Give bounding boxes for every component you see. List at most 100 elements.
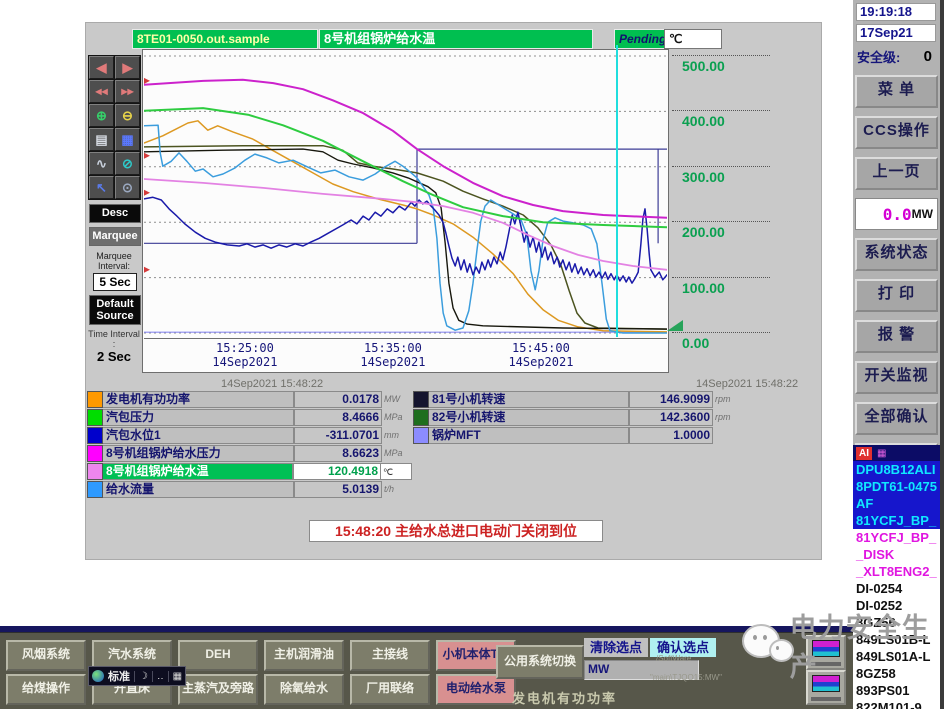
sidebar-button-alarm[interactable]: 报 警 xyxy=(855,320,938,353)
ime-mode-label[interactable]: 标准 xyxy=(108,668,130,684)
trend-chart[interactable]: 15:25:00 14Sep2021 15:35:00 14Sep2021 15:45:… xyxy=(142,49,669,373)
data-grid-icon[interactable]: ▦ xyxy=(115,128,140,151)
alarm-list-item[interactable]: _XLT8ENG2_ xyxy=(853,563,940,580)
ime-keyboard-icon[interactable]: ▦ xyxy=(167,670,182,682)
alarm-list-item[interactable]: _DISK xyxy=(853,546,940,563)
probe-cursor-icon[interactable]: ⊙ xyxy=(115,176,140,199)
trend-plot[interactable] xyxy=(144,51,667,338)
legend-row[interactable]: 发电机有功功率 0.0178 MW xyxy=(87,391,412,408)
fast-back-icon[interactable]: ◀◀ xyxy=(89,80,114,103)
alarm-list-item[interactable]: AF xyxy=(853,495,940,512)
tag-id-box[interactable]: 8TE01-0050.out.sample xyxy=(132,29,318,49)
sidebar-button-print[interactable]: 打 印 xyxy=(855,279,938,312)
zoom-in-icon[interactable]: ⊕ xyxy=(89,104,114,127)
alarm-list-item[interactable]: 849LS01A-L xyxy=(853,648,940,665)
y-axis-gutter: 500.00 400.00 300.00 200.00 100.00 0.00 xyxy=(672,50,777,380)
security-level-label: 安全级: xyxy=(857,50,901,65)
disable-icon[interactable]: ⊘ xyxy=(115,152,140,175)
clear-selection-button[interactable]: 清除选点 xyxy=(584,638,648,657)
time-interval-value[interactable]: 2 Sec xyxy=(86,349,142,364)
nav-turbine-lube-oil[interactable]: 主机润滑油 xyxy=(264,640,344,671)
sidebar-button-system-status[interactable]: 系统状态 xyxy=(855,238,938,271)
nav-coal-feed-operation[interactable]: 给煤操作 xyxy=(6,674,86,705)
y-tick-label: 300.00 xyxy=(682,168,725,185)
legend-row[interactable]: 81号小机转速 146.9099 rpm xyxy=(413,391,739,408)
alarm-list-item[interactable]: 822M101-9 xyxy=(853,699,940,709)
marquee-button[interactable]: Marquee xyxy=(89,227,141,246)
legend-row[interactable]: 82号小机转速 142.3600 rpm xyxy=(413,409,739,426)
trend-curves-icon[interactable]: ∿ xyxy=(89,152,114,175)
series-82号小机转速 xyxy=(144,144,667,330)
power-display: 0.0 MW xyxy=(855,198,938,230)
y-tick-label: 500.00 xyxy=(682,58,725,74)
nav-common-system-switch[interactable]: 公用系统切换 xyxy=(496,645,584,679)
tag-description-box[interactable]: 8号机组锅炉给水温 xyxy=(319,29,593,49)
zoom-out-icon[interactable]: ⊖ xyxy=(115,104,140,127)
alarm-list-item[interactable]: DI-0254 xyxy=(853,580,940,597)
ime-brand-icon[interactable] xyxy=(92,670,104,682)
sidebar-button-previous-page[interactable]: 上一页 xyxy=(855,157,938,190)
trend-toolbar: ◀ ▶ ◀◀ ▶▶ ⊕ ⊖ ▤ ▦ ∿ ⊘ ↖ ⊙ Desc Marquee Marquee Inte… xyxy=(88,55,142,325)
alarm-list-item[interactable]: 8GZ56 xyxy=(853,614,940,631)
legend-row[interactable]: 汽包压力 8.4666 MPa xyxy=(87,409,412,426)
time-interval-label: Time Interval : xyxy=(88,329,140,349)
alarm-list-item[interactable]: 81YCFJ_BP_ xyxy=(853,512,940,529)
desc-button[interactable]: Desc xyxy=(89,204,141,223)
pen-label: 81号小机转速 xyxy=(429,391,629,408)
alarm-list-item[interactable]: 8PDT61-0475 xyxy=(853,478,940,495)
alarm-grid-icon: ▦ xyxy=(877,447,887,459)
alarm-list-item[interactable]: 849LS01B-L xyxy=(853,631,940,648)
pen-unit: MPa xyxy=(384,448,403,458)
ime-punct-icon[interactable]: ‥ xyxy=(151,670,164,682)
sidebar-button-menu[interactable]: 菜 单 xyxy=(855,75,938,108)
pen-color-swatch xyxy=(87,481,103,498)
sidebar-button-acknowledge-all[interactable]: 全部确认 xyxy=(855,402,938,435)
pen-marker-icon xyxy=(144,77,150,84)
nav-plant-interconnection[interactable]: 厂用联络 xyxy=(350,674,430,705)
alarm-list-item[interactable]: 8GZ58 xyxy=(853,665,940,682)
pen-unit: rpm xyxy=(715,394,731,404)
fast-forward-icon[interactable]: ▶▶ xyxy=(115,80,140,103)
marquee-interval-value[interactable]: 5 Sec xyxy=(93,273,137,291)
chart-cursor[interactable] xyxy=(616,45,618,337)
alarm-list-item[interactable]: DPU8B12ALI xyxy=(853,461,940,478)
sidebar-button-ccs-operation[interactable]: CCS操作 xyxy=(855,116,938,149)
pen-color-swatch xyxy=(413,427,429,444)
alarm-list-item[interactable]: DI-0252 xyxy=(853,597,940,614)
pen-color-swatch xyxy=(413,409,429,426)
nav-deaerator-feedwater[interactable]: 除氧给水 xyxy=(264,674,344,705)
date: 17Sep21 xyxy=(856,24,936,42)
pen-label: 汽包水位1 xyxy=(103,427,294,444)
display-panel-icon[interactable]: ▤ xyxy=(89,128,114,151)
power-value: 0.0 xyxy=(882,204,912,224)
y-tick-label: 100.00 xyxy=(682,279,725,296)
nav-main-steam-bypass[interactable]: 主蒸汽及旁路 xyxy=(178,674,258,705)
nav-deh[interactable]: DEH xyxy=(178,640,258,671)
workstation-icon[interactable] xyxy=(806,635,846,670)
sidebar-button-acknowledge-row[interactable]: 确认一行 xyxy=(855,443,938,445)
legend-row[interactable]: 锅炉MFT 1.0000 xyxy=(413,427,739,444)
workstation-icon[interactable] xyxy=(806,670,846,705)
nav-fan-flue-system[interactable]: 风烟系统 xyxy=(6,640,86,671)
step-forward-icon[interactable]: ▶ xyxy=(115,56,140,79)
alarm-list-item[interactable]: 81YCFJ_BP_ xyxy=(853,529,940,546)
alarm-list-item[interactable]: 893PS01 xyxy=(853,682,940,699)
pen-legend-left: 发电机有功功率 0.0178 MW 汽包压力 8.4666 MPa 汽包水位1 -311.07… xyxy=(87,391,412,499)
pointer-icon[interactable]: ↖ xyxy=(89,176,114,199)
legend-row[interactable]: 8号机组锅炉给水温 120.4918 ℃ xyxy=(87,463,412,480)
y-gridline xyxy=(672,165,770,167)
step-back-icon[interactable]: ◀ xyxy=(89,56,114,79)
series-汽包水位1 xyxy=(144,196,667,284)
ime-toolbar[interactable]: 标准 ☽ ‥ ▦ xyxy=(88,666,187,686)
pen-value: 8.6623 xyxy=(294,445,382,462)
legend-row[interactable]: 8号机组锅炉给水压力 8.6623 MPa xyxy=(87,445,412,462)
ime-fullhalf-icon[interactable]: ☽ xyxy=(134,670,148,682)
pen-label: 汽包压力 xyxy=(103,409,294,426)
pen-color-swatch xyxy=(87,409,103,426)
nav-main-wiring[interactable]: 主接线 xyxy=(350,640,430,671)
sidebar-button-switch-monitor[interactable]: 开关监视 xyxy=(855,361,938,394)
legend-row[interactable]: 汽包水位1 -311.0701 mm xyxy=(87,427,412,444)
pen-unit: rpm xyxy=(715,412,731,422)
legend-row[interactable]: 给水流量 5.0139 t/h xyxy=(87,481,412,498)
default-source-button[interactable]: Default Source xyxy=(89,295,141,325)
